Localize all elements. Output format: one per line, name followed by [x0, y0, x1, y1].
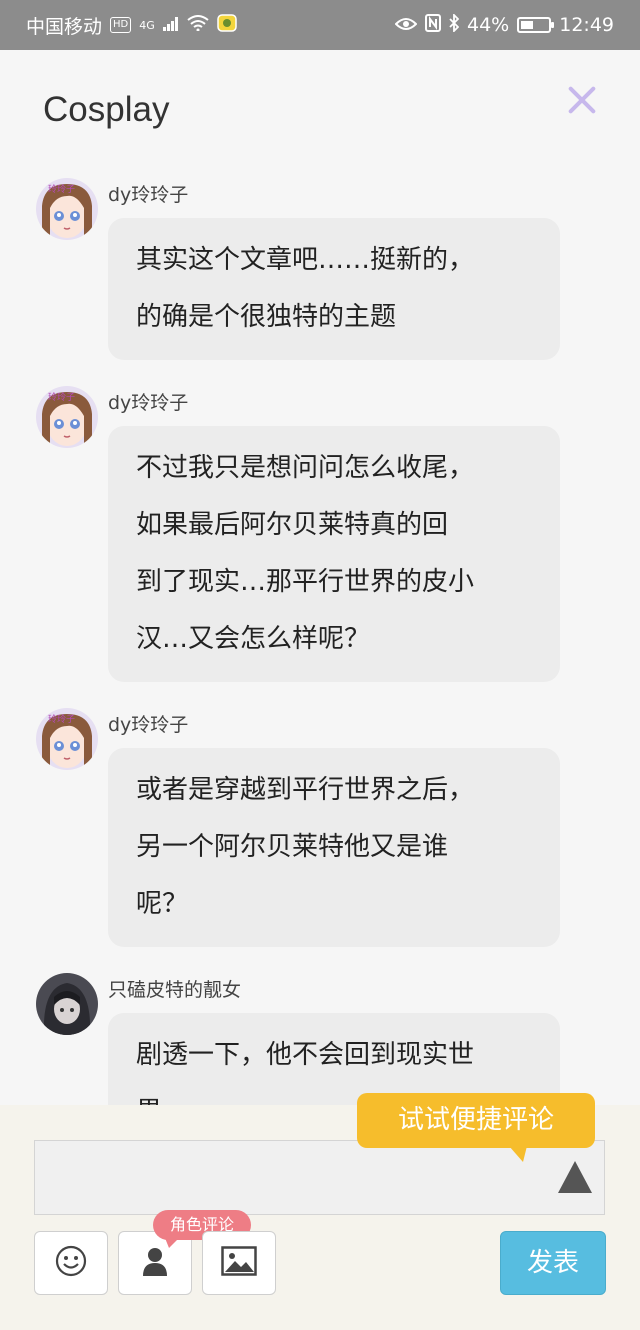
anime-girl-avatar[interactable]: 玲玲子: [36, 178, 98, 240]
comment-text-line: 的确是个很独特的主题: [136, 302, 397, 332]
svg-text:玲玲子: 玲玲子: [48, 183, 75, 195]
clock-time: 12:49: [559, 14, 614, 36]
comment-text-line: 如果最后阿尔贝莱特真的回: [136, 510, 449, 540]
comment-item: 玲玲子 dy玲玲子或者是穿越到平行世界之后， 另一个阿尔贝莱特他又是谁 呢？: [36, 700, 640, 947]
role-comment-button[interactable]: [118, 1231, 192, 1295]
comment-bubble[interactable]: 不过我只是想问问怎么收尾， 如果最后阿尔贝莱特真的回 到了现实…那平行世界的皮小 汉……: [108, 426, 560, 682]
smiley-icon: [55, 1245, 87, 1281]
comment-composer: 试试便捷评论 角色评论 发表: [0, 1093, 640, 1330]
comment-bubble[interactable]: 其实这个文章吧……挺新的， 的确是个很独特的主题: [108, 218, 560, 360]
battery-icon: [517, 17, 555, 33]
comment-text-line: 或者是穿越到平行世界之后，: [136, 775, 475, 805]
bluetooth-icon: [449, 12, 460, 37]
emoji-button[interactable]: [34, 1231, 108, 1295]
image-button[interactable]: [202, 1231, 276, 1295]
comment-text-line: 呢？: [136, 889, 189, 919]
post-button[interactable]: 发表: [500, 1231, 606, 1295]
anime-girl-avatar[interactable]: 玲玲子: [36, 386, 98, 448]
svg-text:玲玲子: 玲玲子: [48, 391, 75, 403]
comment-item: 玲玲子 dy玲玲子不过我只是想问问怎么收尾， 如果最后阿尔贝莱特真的回 到了现实…那平…: [36, 378, 640, 682]
hd-badge: HD: [110, 17, 132, 33]
wifi-icon: [187, 14, 209, 36]
eye-comfort-icon: [394, 14, 418, 36]
signal-icon: [162, 14, 179, 36]
carrier-name: 中国移动: [26, 15, 103, 38]
dark-hood-avatar[interactable]: [36, 973, 98, 1035]
close-icon[interactable]: [562, 80, 602, 120]
app-notification-icon: [217, 13, 237, 37]
comment-item: 玲玲子 dy玲玲子其实这个文章吧……挺新的， 的确是个很独特的主题: [36, 170, 640, 360]
send-arrow-icon[interactable]: [558, 1161, 592, 1193]
person-icon: [141, 1246, 169, 1280]
comment-text-line: 到了现实…那平行世界的皮小: [136, 567, 475, 597]
page-title: Cosplay: [43, 90, 170, 129]
comment-text-line: 不过我只是想问问怎么收尾，: [136, 453, 475, 483]
comment-feed[interactable]: 玲玲子 dy玲玲子 其实这个文章吧……挺新的， 的确是个很独特的主题 玲玲子 dy玲玲子不…: [0, 170, 640, 1105]
svg-text:玲玲子: 玲玲子: [48, 713, 75, 725]
page-header: Cosplay: [0, 50, 640, 170]
comment-text-line: 其实这个文章吧……挺新的，: [136, 245, 475, 275]
comment-bubble[interactable]: 剧透一下，他不会回到现实世界: [108, 1013, 560, 1105]
comment-bubble[interactable]: 或者是穿越到平行世界之后， 另一个阿尔贝莱特他又是谁 呢？: [108, 748, 560, 947]
anime-girl-avatar[interactable]: 玲玲子: [36, 708, 98, 770]
comment-text-line: 剧透一下，他不会回到现实世: [136, 1040, 475, 1070]
comment-username[interactable]: dy玲玲子: [108, 170, 640, 208]
image-icon: [221, 1246, 257, 1280]
nfc-icon: [425, 13, 441, 37]
quick-comment-button[interactable]: 试试便捷评论: [357, 1093, 595, 1162]
status-bar: 中国移动 HD 4G 44% 12:49: [0, 0, 640, 50]
comment-item: 只磕皮特的靓女剧透一下，他不会回到现实世界: [36, 965, 640, 1105]
comment-username[interactable]: 只磕皮特的靓女: [108, 965, 640, 1003]
comment-text-line: 另一个阿尔贝莱特他又是谁: [136, 832, 449, 862]
comment-username[interactable]: dy玲玲子: [108, 700, 640, 738]
network-type: 4G: [139, 18, 155, 32]
comment-text-line: 汉…又会怎么样呢？: [136, 624, 371, 654]
battery-percent: 44%: [467, 14, 510, 36]
comment-username[interactable]: dy玲玲子: [108, 378, 640, 416]
